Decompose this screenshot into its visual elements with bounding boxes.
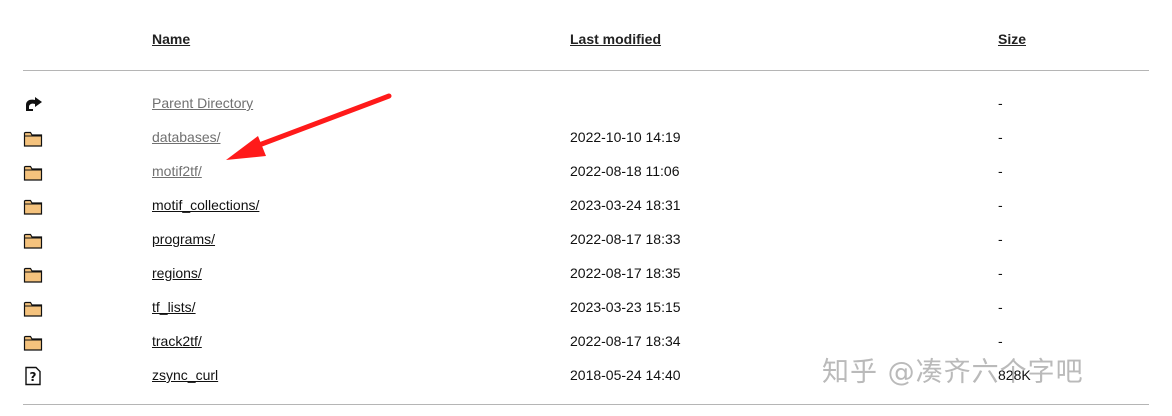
footer-divider — [23, 404, 1149, 405]
size-value: - — [998, 265, 1003, 281]
size-value: - — [998, 95, 1003, 111]
folder-icon — [23, 332, 43, 352]
column-header-name[interactable]: Name — [152, 31, 190, 49]
folder-link-databases[interactable]: databases/ — [152, 129, 221, 145]
last-modified-value: 2022-10-10 14:19 — [570, 129, 681, 145]
folder-link-regions[interactable]: regions/ — [152, 265, 202, 281]
list-item: motif_collections/ 2023-03-24 18:31 - — [0, 196, 1172, 230]
folder-link-track2tf[interactable]: track2tf/ — [152, 333, 202, 349]
header-divider — [23, 70, 1149, 71]
folder-link-motif-collections[interactable]: motif_collections/ — [152, 197, 259, 213]
folder-icon — [23, 230, 43, 250]
size-value: - — [998, 197, 1003, 213]
last-modified-value: 2023-03-24 18:31 — [570, 197, 681, 213]
list-item: databases/ 2022-10-10 14:19 - — [0, 128, 1172, 162]
last-modified-value: 2022-08-18 11:06 — [570, 163, 680, 179]
list-item: motif2tf/ 2022-08-18 11:06 - — [0, 162, 1172, 196]
folder-icon — [23, 196, 43, 216]
last-modified-value: 2022-08-17 18:34 — [570, 333, 681, 349]
folder-link-programs[interactable]: programs/ — [152, 231, 215, 247]
list-item: Parent Directory - — [0, 94, 1172, 128]
folder-icon — [23, 264, 43, 284]
unknown-file-icon: ? — [23, 366, 43, 386]
column-header-last-modified[interactable]: Last modified — [570, 31, 661, 49]
list-item: programs/ 2022-08-17 18:33 - — [0, 230, 1172, 264]
last-modified-value: 2022-08-17 18:33 — [570, 231, 681, 247]
last-modified-value: 2023-03-23 15:15 — [570, 299, 681, 315]
column-header-size[interactable]: Size — [998, 31, 1026, 49]
size-value: - — [998, 163, 1003, 179]
back-arrow-icon — [23, 94, 43, 114]
last-modified-value: 2022-08-17 18:35 — [570, 265, 681, 281]
parent-directory-link[interactable]: Parent Directory — [152, 95, 253, 111]
file-link-zsync-curl[interactable]: zsync_curl — [152, 367, 218, 383]
folder-link-motif2tf[interactable]: motif2tf/ — [152, 163, 202, 179]
folder-icon — [23, 298, 43, 318]
svg-text:?: ? — [30, 370, 37, 384]
size-value: - — [998, 299, 1003, 315]
watermark: 知乎 @凑齐六个字吧 — [822, 357, 1084, 388]
folder-icon — [23, 162, 43, 182]
size-value: - — [998, 231, 1003, 247]
folder-icon — [23, 128, 43, 148]
size-value: - — [998, 333, 1003, 349]
folder-link-tf-lists[interactable]: tf_lists/ — [152, 299, 196, 315]
size-value: - — [998, 129, 1003, 145]
list-item: tf_lists/ 2023-03-23 15:15 - — [0, 298, 1172, 332]
last-modified-value: 2018-05-24 14:40 — [570, 367, 681, 383]
list-item: regions/ 2022-08-17 18:35 - — [0, 264, 1172, 298]
